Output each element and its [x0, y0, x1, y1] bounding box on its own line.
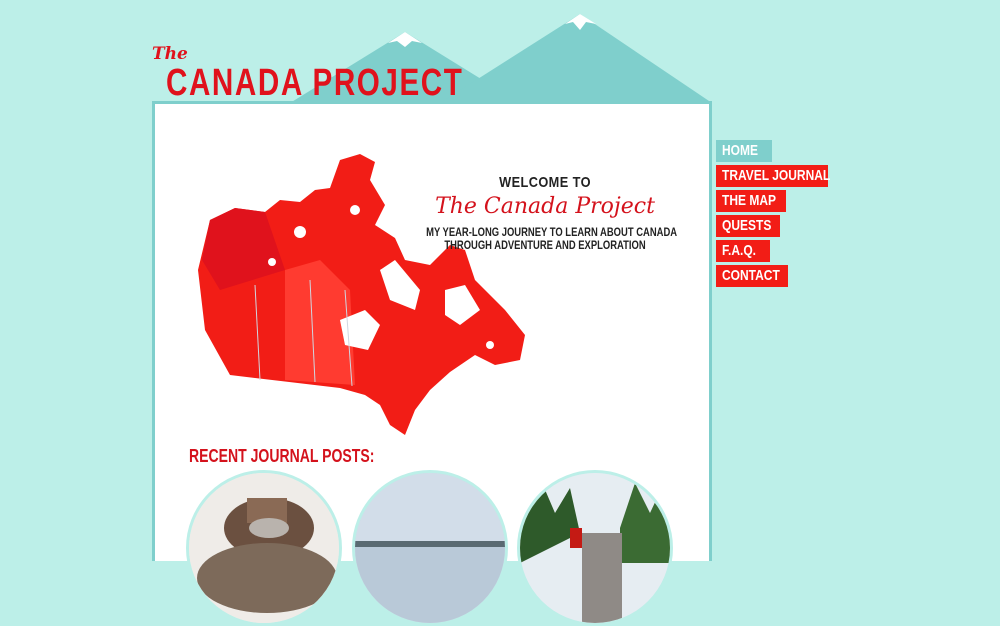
welcome-title: The Canada Project [435, 194, 655, 219]
nav-item-faq[interactable]: F.A.Q. [716, 240, 770, 262]
post-thumbnail[interactable] [352, 470, 508, 626]
welcome-block: WELCOME TO The Canada Project MY YEAR-LO… [400, 174, 690, 253]
welcome-heading: WELCOME TO [499, 174, 591, 191]
post-thumbnail[interactable] [186, 470, 342, 626]
nav-item-quests[interactable]: QUESTS [716, 215, 780, 237]
nav-item-contact[interactable]: CONTACT [716, 265, 788, 287]
welcome-subtitle-line1: MY YEAR-LONG JOURNEY TO LEARN ABOUT CANA… [426, 227, 678, 239]
recent-posts-heading: RECENT JOURNAL POSTS: [189, 446, 375, 466]
nav-item-travel-journal[interactable]: TRAVEL JOURNAL [716, 165, 830, 187]
nav-item-the-map[interactable]: THE MAP [716, 190, 786, 212]
nav-item-home[interactable]: HOME [716, 140, 772, 162]
post-thumbnail[interactable] [517, 470, 673, 626]
mountains-graphic [290, 14, 712, 103]
logo-title[interactable]: CANADA PROJECT [166, 62, 463, 105]
logo-the: The [152, 44, 188, 64]
welcome-subtitle-line2: THROUGH ADVENTURE AND EXPLORATION [444, 240, 646, 252]
main-nav: HOME TRAVEL JOURNAL THE MAP QUESTS F.A.Q… [716, 140, 830, 290]
